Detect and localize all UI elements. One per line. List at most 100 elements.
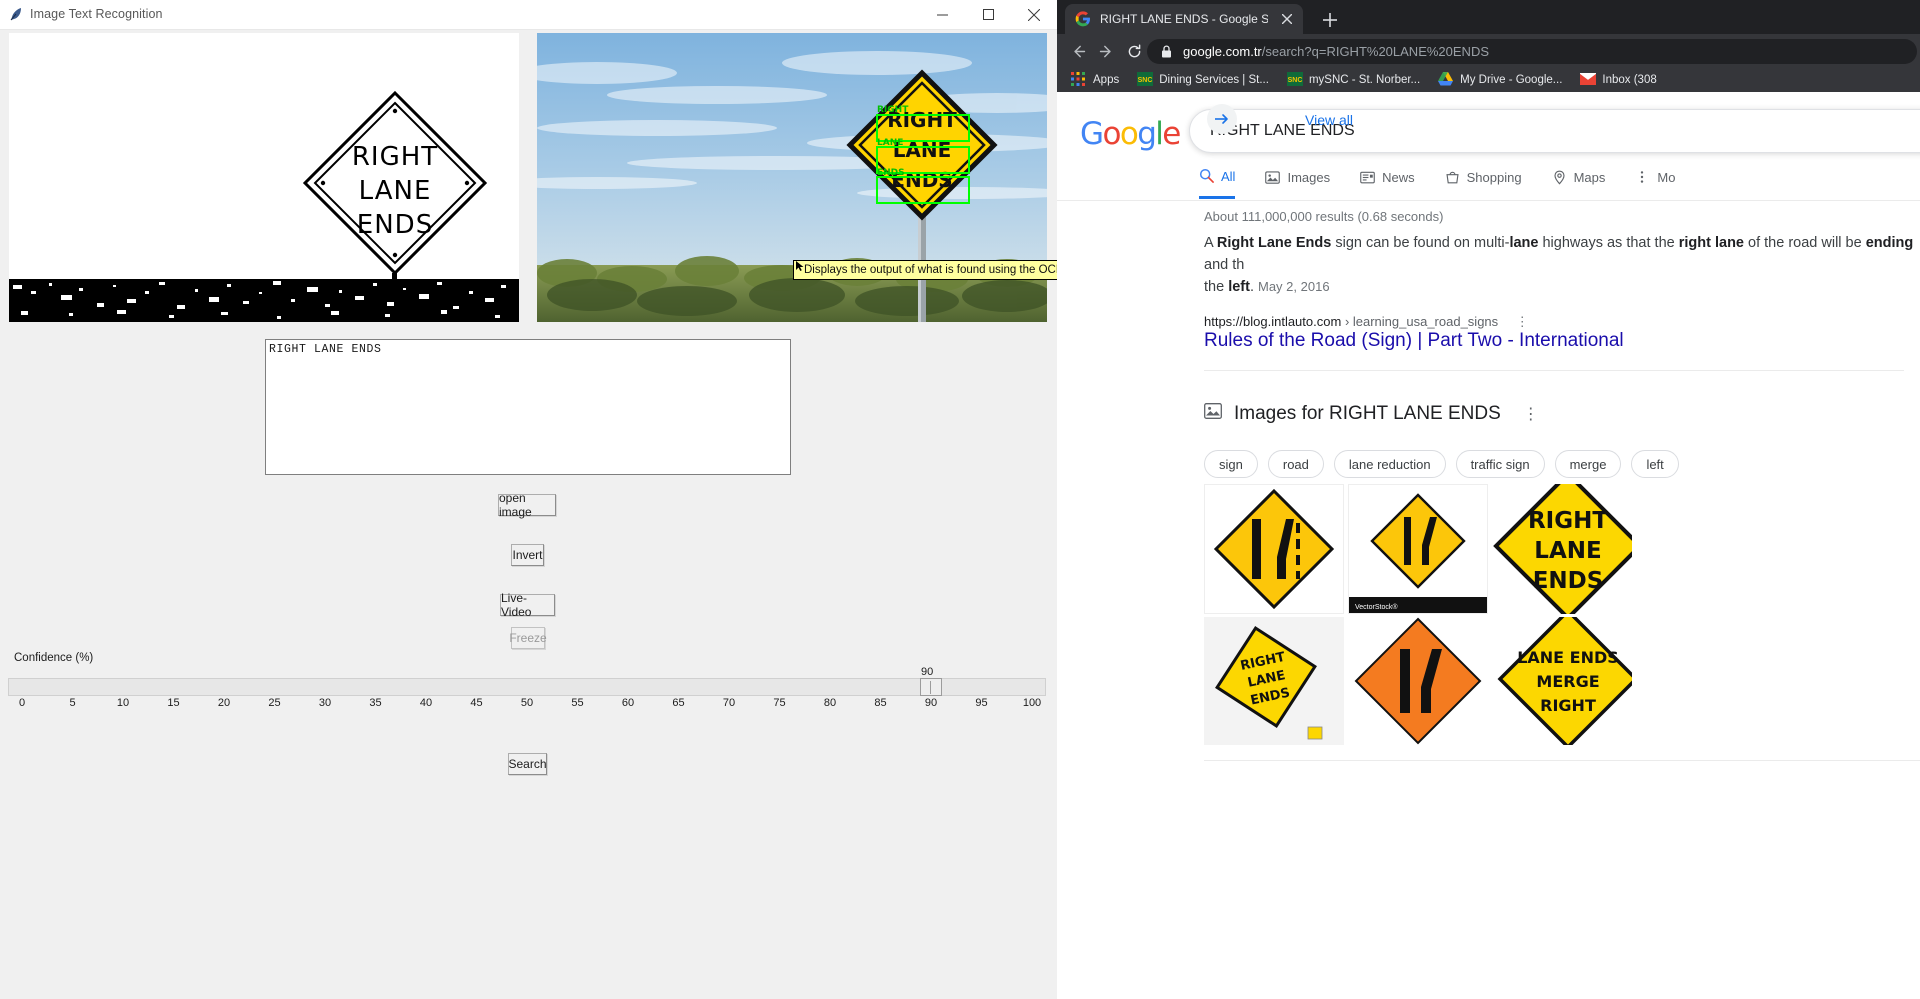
image-thumbnail[interactable]: [1348, 617, 1488, 745]
filter-chip[interactable]: sign: [1204, 450, 1258, 478]
new-tab-button[interactable]: [1319, 9, 1341, 31]
featured-snippet: A Right Lane Ends sign can be found on m…: [1204, 235, 1914, 295]
apps-grid-icon: [1071, 72, 1087, 88]
google-tab-news[interactable]: News: [1360, 170, 1415, 198]
three-dots-icon[interactable]: ⋮: [1516, 314, 1529, 329]
image-thumbnail[interactable]: LANE ENDS MERGE RIGHT: [1492, 617, 1632, 745]
slider-tick: 70: [722, 697, 736, 709]
google-favicon-icon: [1075, 11, 1091, 27]
images-section-header: Images for RIGHT LANE ENDS ⋮: [1204, 402, 1539, 425]
slider-tick: 20: [217, 697, 231, 709]
tab-label: Shopping: [1466, 170, 1522, 185]
app-title: Image Text Recognition: [30, 7, 163, 21]
svg-text:ENDS: ENDS: [1533, 568, 1604, 594]
open-image-button[interactable]: open image: [498, 491, 556, 519]
google-tab-mo[interactable]: Mo: [1635, 170, 1675, 198]
slider-tick: 90: [924, 697, 938, 709]
slider-track[interactable]: [8, 678, 1046, 696]
images-section-title: Images for RIGHT LANE ENDS: [1234, 402, 1501, 424]
svg-text:LANE: LANE: [1534, 538, 1601, 564]
search-button[interactable]: Search: [508, 753, 547, 775]
three-dots-icon[interactable]: ⋮: [1523, 404, 1539, 424]
confidence-value: 90: [921, 666, 934, 678]
svg-text:RIGHT: RIGHT: [1540, 696, 1596, 715]
close-icon[interactable]: [1011, 0, 1057, 29]
live-video-button[interactable]: Live-Video: [500, 591, 555, 619]
image-thumbnail[interactable]: [1204, 484, 1344, 614]
app-titlebar: Image Text Recognition: [0, 0, 1057, 30]
slider-tick: 75: [773, 697, 786, 709]
slider-thumb[interactable]: [920, 678, 942, 696]
view-all-label[interactable]: View all: [1305, 112, 1353, 128]
binarized-image-panel: RIGHT LANE ENDS: [9, 33, 519, 322]
slider-tick: 10: [116, 697, 130, 709]
browser-tab[interactable]: RIGHT LANE ENDS - Google Sear: [1065, 4, 1303, 34]
image-text-recognition-window: Image Text Recognition RIGHT LANE ENDS R…: [0, 0, 1058, 999]
google-tab-maps[interactable]: Maps: [1552, 170, 1605, 198]
bookmark-label: Inbox (308: [1602, 74, 1657, 86]
svg-text:LANE: LANE: [359, 176, 432, 206]
filter-chip[interactable]: traffic sign: [1455, 450, 1545, 478]
result-url[interactable]: https://blog.intlauto.com › learning_usa…: [1204, 314, 1529, 330]
google-search-input[interactable]: RIGHT LANE ENDS: [1189, 109, 1920, 153]
arrow-right-icon[interactable]: [1207, 104, 1237, 134]
filter-chip[interactable]: road: [1267, 450, 1324, 478]
minimize-icon[interactable]: [919, 0, 965, 29]
image-thumbnail[interactable]: VectorStock®: [1348, 484, 1488, 614]
back-arrow-icon[interactable]: [1067, 40, 1089, 62]
view-all-row[interactable]: [1204, 760, 1920, 801]
slider-tick: 40: [419, 697, 433, 709]
svg-text:VectorStock®: VectorStock®: [1355, 603, 1398, 611]
result-divider: [1204, 370, 1904, 371]
ocr-text-value: RIGHT LANE ENDS: [269, 343, 382, 356]
browser-toolbar: google.com.tr/search?q=RIGHT%20LANE%20EN…: [1057, 34, 1920, 68]
tab-strip: RIGHT LANE ENDS - Google Sear: [1057, 0, 1920, 34]
confidence-slider[interactable]: [8, 678, 1046, 696]
address-bar[interactable]: google.com.tr/search?q=RIGHT%20LANE%20EN…: [1147, 39, 1917, 64]
tabs-divider: [1057, 200, 1920, 201]
slider-tick: 50: [520, 697, 534, 709]
screen: Image Text Recognition RIGHT LANE ENDS R…: [0, 0, 1920, 999]
slider-tick: 100: [1022, 697, 1042, 709]
svg-text:SNC: SNC: [1288, 77, 1303, 84]
image-thumbnail[interactable]: RIGHT LANE ENDS: [1204, 617, 1344, 745]
gmail-icon: [1579, 72, 1597, 88]
filter-chip[interactable]: merge: [1554, 450, 1622, 478]
snippet-date: May 2, 2016: [1258, 279, 1330, 294]
tab-label: All: [1221, 168, 1236, 184]
image-icon: [1265, 170, 1281, 186]
maximize-icon[interactable]: [965, 0, 1011, 29]
bookmark-item[interactable]: SNC Dining Services | St...: [1137, 72, 1269, 88]
freeze-button[interactable]: Freeze: [509, 627, 547, 649]
forward-arrow-icon[interactable]: [1095, 40, 1117, 62]
bookmark-label: Apps: [1093, 74, 1120, 86]
close-icon[interactable]: [1279, 11, 1295, 27]
lock-icon: [1161, 44, 1173, 59]
bookmark-item[interactable]: SNC mySNC - St. Norber...: [1286, 72, 1420, 88]
chrome-browser-window: RIGHT LANE ENDS - Google Sear google.com…: [1057, 0, 1920, 999]
bookmark-item[interactable]: Apps: [1071, 72, 1119, 88]
result-title-link[interactable]: Rules of the Road (Sign) | Part Two - In…: [1204, 330, 1624, 352]
bookmarks-bar: Apps SNC Dining Services | St... SNC mySNC -…: [1057, 68, 1920, 92]
ocr-text-output[interactable]: RIGHT LANE ENDS: [265, 339, 791, 475]
google-tab-all[interactable]: All: [1199, 168, 1236, 199]
bookmark-item[interactable]: My Drive - Google...: [1438, 72, 1562, 88]
filter-chip[interactable]: left: [1631, 450, 1679, 478]
reload-icon[interactable]: [1123, 40, 1145, 62]
google-tab-images[interactable]: Images: [1265, 170, 1330, 198]
window-controls: [919, 0, 1057, 29]
invert-button[interactable]: Invert: [511, 544, 544, 566]
google-result-tabs: All Images News Shopping Maps Mo: [1199, 168, 1705, 199]
filter-chip[interactable]: lane reduction: [1333, 450, 1446, 478]
slider-tick: 55: [571, 697, 584, 709]
tab-label: News: [1382, 170, 1415, 185]
google-logo[interactable]: Google: [1080, 116, 1181, 152]
ocr-output-tooltip: Displays the output of what is found usi…: [793, 260, 1057, 280]
svg-text:LANE ENDS: LANE ENDS: [1517, 648, 1619, 667]
result-stats: About 111,000,000 results (0.68 seconds): [1204, 209, 1444, 224]
image-thumbnail[interactable]: RIGHT LANE ENDS: [1492, 484, 1632, 614]
confidence-label: Confidence (%): [14, 652, 94, 664]
bookmark-item[interactable]: Inbox (308: [1579, 72, 1657, 88]
feather-icon: [8, 6, 24, 22]
google-tab-shopping[interactable]: Shopping: [1445, 170, 1522, 198]
